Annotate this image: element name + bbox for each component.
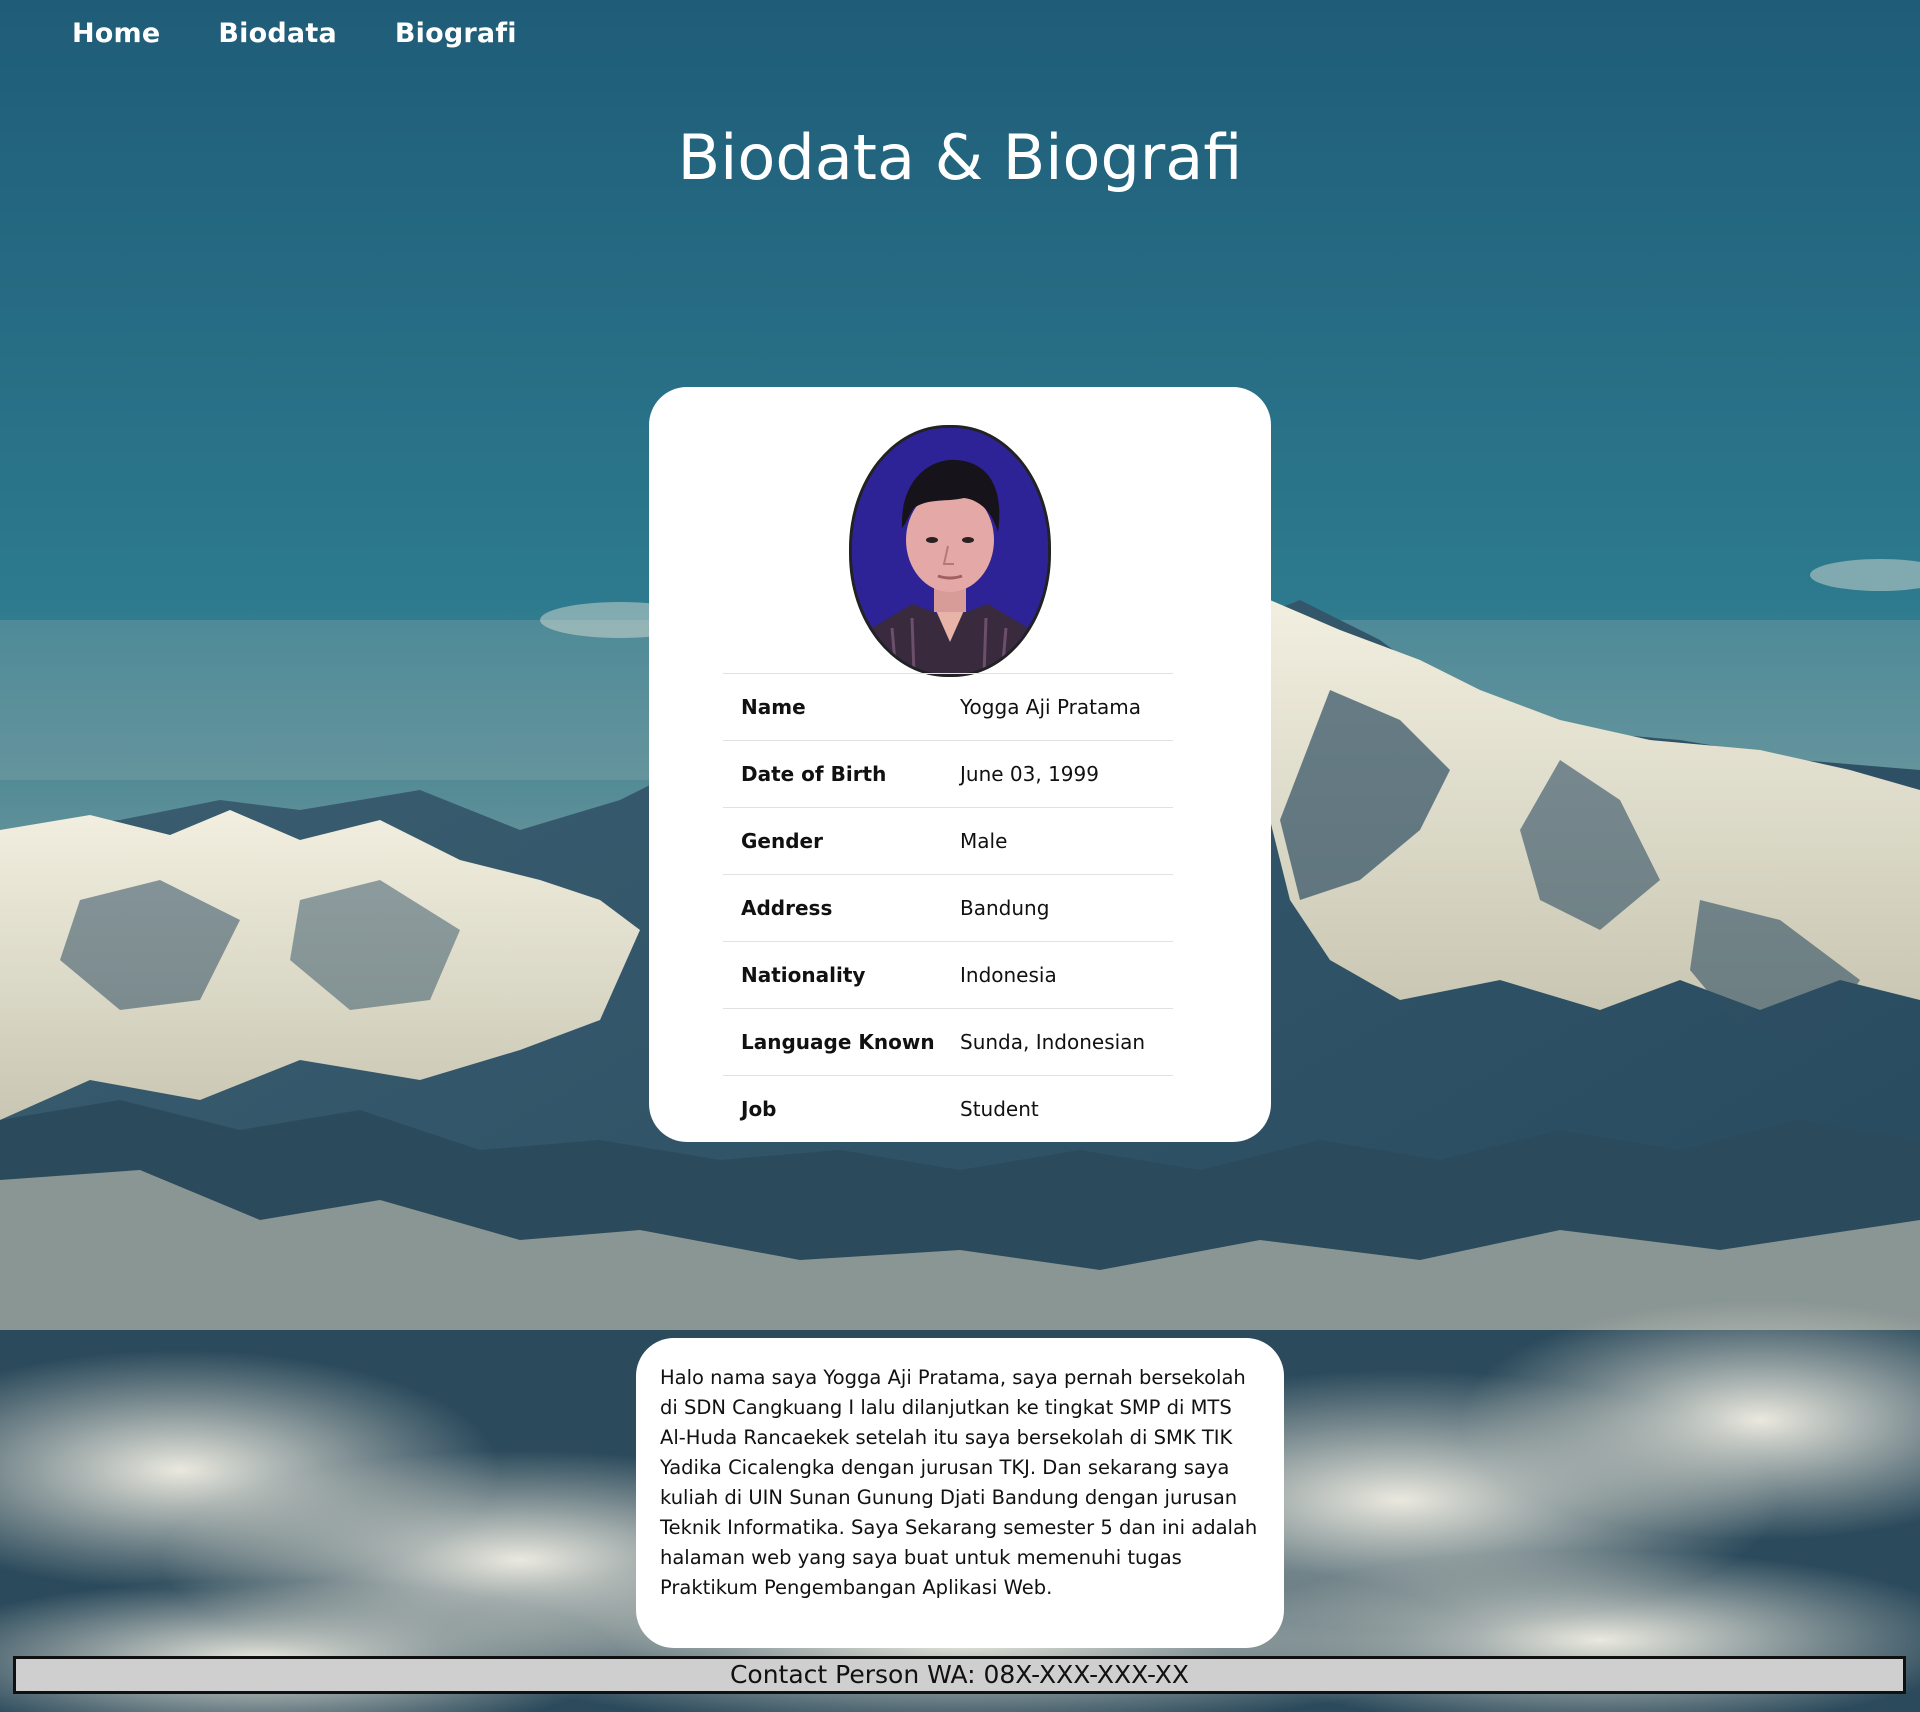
nav-home-link[interactable]: Home xyxy=(72,18,160,49)
table-row: Date of Birth June 03, 1999 xyxy=(723,740,1173,808)
table-row: Gender Male xyxy=(723,807,1173,875)
table-row: Job Student xyxy=(723,1075,1173,1142)
page-title: Biodata & Biografi xyxy=(677,121,1243,194)
row-value-gender: Male xyxy=(938,807,1173,875)
biodata-table: Name Yogga Aji Pratama Date of Birth Jun… xyxy=(723,673,1173,1142)
biodata-card: Name Yogga Aji Pratama Date of Birth Jun… xyxy=(649,387,1271,1142)
nav-biodata-link[interactable]: Biodata xyxy=(218,18,336,49)
row-value-language-known: Sunda, Indonesian xyxy=(938,1008,1173,1076)
row-label-nationality: Nationality xyxy=(723,941,938,1009)
table-row: Address Bandung xyxy=(723,874,1173,942)
row-label-address: Address xyxy=(723,874,938,942)
nav-biografi-link[interactable]: Biografi xyxy=(395,18,517,49)
biography-card: Halo nama saya Yogga Aji Pratama, saya p… xyxy=(636,1338,1284,1648)
row-value-job: Student xyxy=(938,1075,1173,1142)
row-label-gender: Gender xyxy=(723,807,938,875)
contact-footer: Contact Person WA: 08X-XXX-XXX-XX xyxy=(13,1656,1906,1694)
row-label-job: Job xyxy=(723,1075,938,1142)
profile-photo xyxy=(849,425,1051,677)
table-row: Name Yogga Aji Pratama xyxy=(723,673,1173,741)
row-value-nationality: Indonesia xyxy=(938,941,1173,1009)
top-nav: Home Biodata Biografi xyxy=(72,18,517,49)
row-value-date-of-birth: June 03, 1999 xyxy=(938,740,1173,808)
row-label-date-of-birth: Date of Birth xyxy=(723,740,938,808)
table-row: Nationality Indonesia xyxy=(723,941,1173,1009)
row-label-name: Name xyxy=(723,673,938,741)
table-row: Language Known Sunda, Indonesian xyxy=(723,1008,1173,1076)
biography-text: Halo nama saya Yogga Aji Pratama, saya p… xyxy=(660,1366,1258,1599)
row-label-language-known: Language Known xyxy=(723,1008,938,1076)
row-value-address: Bandung xyxy=(938,874,1173,942)
row-value-name: Yogga Aji Pratama xyxy=(938,673,1173,741)
